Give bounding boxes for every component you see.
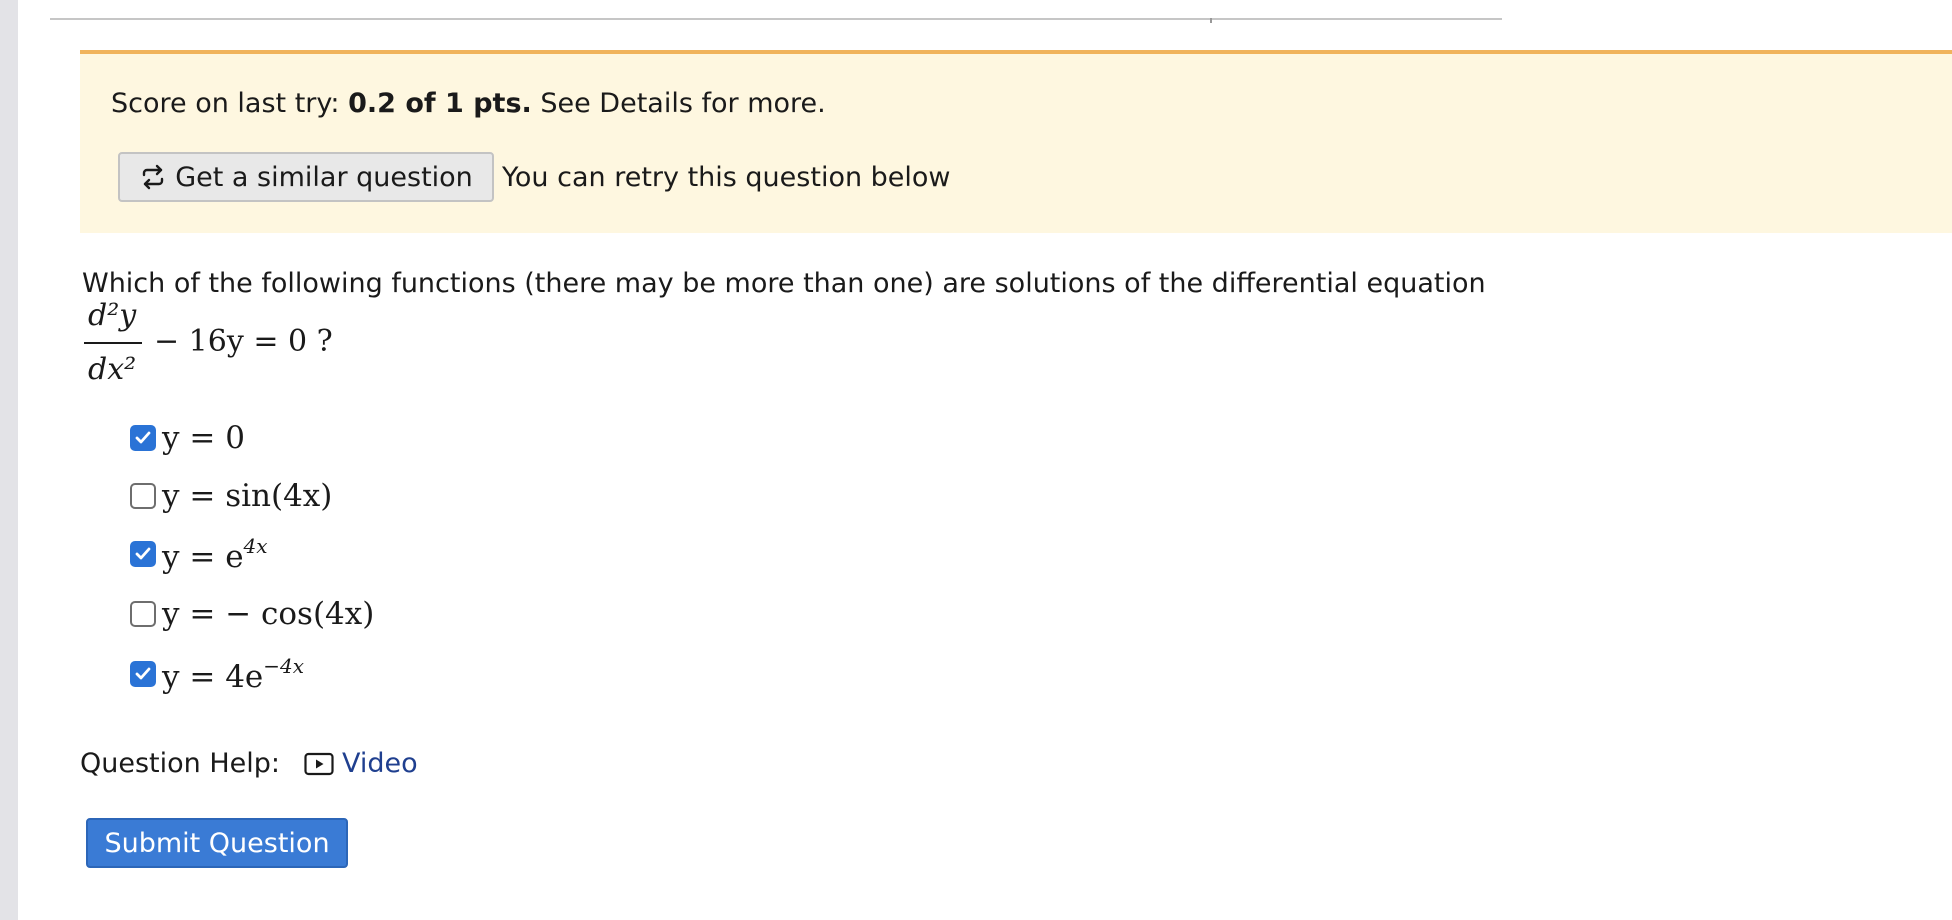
score-prefix: Score on last try: xyxy=(111,88,349,119)
checkbox-unchecked[interactable] xyxy=(130,601,156,627)
equation-numerator: d²y xyxy=(88,298,137,333)
submit-question-button[interactable]: Submit Question xyxy=(86,818,348,868)
score-line: Score on last try: 0.2 of 1 pts. See Det… xyxy=(111,88,826,119)
equation-rest: − 16y = 0 ? xyxy=(154,324,333,359)
left-border xyxy=(0,0,18,920)
checkbox-checked[interactable] xyxy=(130,425,156,451)
equation-denominator: dx² xyxy=(88,352,137,387)
check-icon xyxy=(135,431,151,444)
checkbox-unchecked[interactable] xyxy=(130,483,156,509)
choice-label: y = 0 xyxy=(162,420,245,456)
question-text: Which of the following functions (there … xyxy=(82,268,1486,299)
choice-y-e-4x[interactable]: y = e4x xyxy=(130,532,268,576)
check-icon xyxy=(135,667,151,680)
choice-y-4e-neg-4x[interactable]: y = 4e−4x xyxy=(130,652,304,696)
choice-base: y = 4e xyxy=(162,658,264,695)
choice-y-0[interactable]: y = 0 xyxy=(130,416,245,460)
video-link[interactable]: Video xyxy=(304,748,418,779)
choice-label: y = sin(4x) xyxy=(162,478,333,514)
choice-y-sin-4x[interactable]: y = sin(4x) xyxy=(130,474,332,518)
choice-exponent: 4x xyxy=(243,533,268,558)
video-link-label: Video xyxy=(342,748,418,779)
score-banner: Score on last try: 0.2 of 1 pts. See Det… xyxy=(80,50,1952,233)
checkbox-checked[interactable] xyxy=(130,541,156,567)
top-divider xyxy=(50,18,1502,23)
choice-y-neg-cos-4x[interactable]: y = − cos(4x) xyxy=(130,592,374,636)
choice-label: y = 4e−4x xyxy=(162,654,304,695)
get-similar-question-label: Get a similar question xyxy=(175,161,473,193)
choice-base: y = e xyxy=(162,538,244,575)
fraction-bar xyxy=(84,342,142,344)
top-divider-tick xyxy=(1210,18,1212,23)
repeat-icon xyxy=(143,164,164,190)
page: Score on last try: 0.2 of 1 pts. See Det… xyxy=(0,0,1952,920)
question-help: Question Help: Video xyxy=(80,748,418,779)
video-play-icon xyxy=(304,752,334,775)
choice-label: y = − cos(4x) xyxy=(162,596,375,632)
question-help-label: Question Help: xyxy=(80,748,280,779)
check-icon xyxy=(135,547,151,560)
score-suffix: See Details for more. xyxy=(531,88,826,119)
get-similar-question-button[interactable]: Get a similar question xyxy=(118,152,494,202)
score-value: 0.2 of 1 pts. xyxy=(348,88,532,119)
choice-exponent: −4x xyxy=(263,653,305,678)
checkbox-checked[interactable] xyxy=(130,661,156,687)
retry-text: You can retry this question below xyxy=(502,162,951,193)
choice-label: y = e4x xyxy=(162,534,268,575)
